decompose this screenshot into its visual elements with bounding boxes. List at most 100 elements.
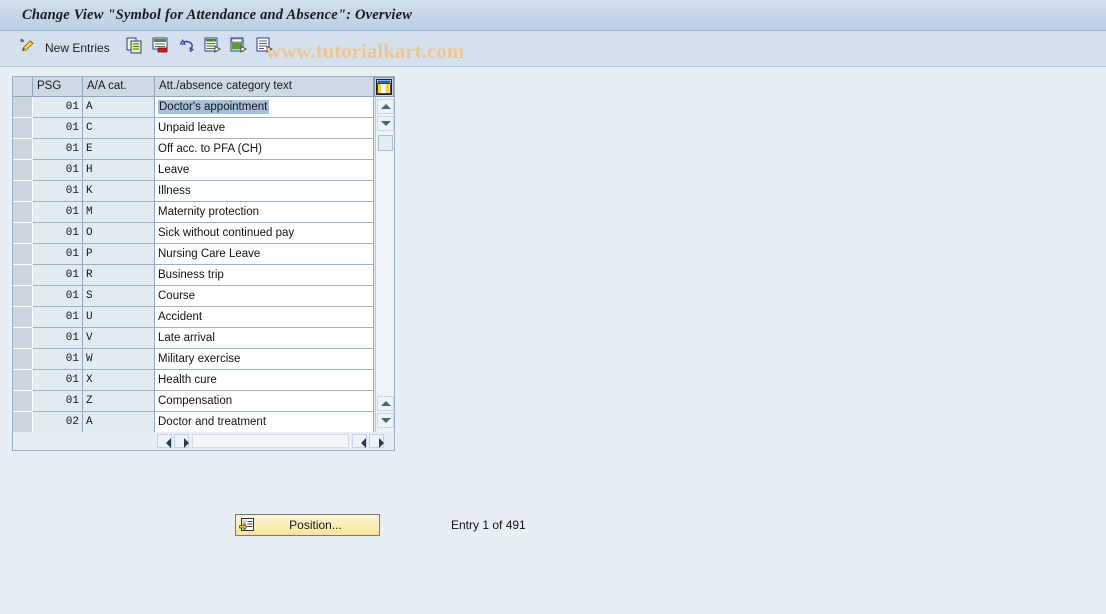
scroll-down-button[interactable] [377,116,394,131]
cell-psg[interactable]: 01 [33,118,83,139]
table-row[interactable]: 01 P Nursing Care Leave [13,244,374,265]
cell-psg[interactable]: 02 [33,412,83,433]
cell-psg[interactable]: 01 [33,391,83,412]
table-row[interactable]: 01 U Accident [13,307,374,328]
cell-att-text[interactable]: Business trip [155,265,374,286]
table-row[interactable]: 01 E Off acc. to PFA (CH) [13,139,374,160]
table-row[interactable]: 01 W Military exercise [13,349,374,370]
horizontal-scroll-track[interactable] [192,434,349,448]
cell-att-text[interactable]: Illness [155,181,374,202]
cell-aa-cat[interactable]: H [83,160,155,181]
row-selector[interactable] [13,307,33,328]
table-row[interactable]: 01 A Doctor's appointment [13,97,374,118]
cell-att-text[interactable]: Leave [155,160,374,181]
cell-att-text[interactable]: Health cure [155,370,374,391]
cell-aa-cat[interactable]: R [83,265,155,286]
table-row[interactable]: 01 R Business trip [13,265,374,286]
details-icon[interactable] [256,37,273,54]
cell-aa-cat[interactable]: Z [83,391,155,412]
row-selector[interactable] [13,391,33,412]
row-selector[interactable] [13,181,33,202]
cell-aa-cat[interactable]: S [83,286,155,307]
table-settings-icon[interactable] [374,77,394,97]
cell-psg[interactable]: 01 [33,181,83,202]
cell-aa-cat[interactable]: P [83,244,155,265]
cell-aa-cat[interactable]: O [83,223,155,244]
cell-att-text[interactable]: Unpaid leave [155,118,374,139]
table-row[interactable]: 01 Z Compensation [13,391,374,412]
cell-att-text[interactable]: Maternity protection [155,202,374,223]
table-row[interactable]: 01 S Course [13,286,374,307]
undo-icon[interactable] [178,37,195,54]
row-selector[interactable] [13,370,33,391]
row-selector[interactable] [13,286,33,307]
cell-aa-cat[interactable]: U [83,307,155,328]
scroll-right-button-2[interactable] [369,434,384,448]
table-row[interactable]: 01 X Health cure [13,370,374,391]
delete-icon[interactable] [152,37,169,54]
cell-att-text[interactable]: Nursing Care Leave [155,244,374,265]
cell-aa-cat[interactable]: X [83,370,155,391]
cell-att-text[interactable]: Course [155,286,374,307]
column-header-aa-cat[interactable]: A/A cat. [83,77,155,97]
row-selector[interactable] [13,328,33,349]
cell-psg[interactable]: 01 [33,370,83,391]
row-selector[interactable] [13,97,33,118]
cell-att-text[interactable]: Military exercise [155,349,374,370]
scroll-left-button[interactable] [157,434,172,448]
cell-psg[interactable]: 01 [33,223,83,244]
horizontal-scrollbar[interactable] [13,432,394,450]
column-header-att-text[interactable]: Att./absence category text [155,77,374,97]
table-row[interactable]: 01 K Illness [13,181,374,202]
scroll-left-button-2[interactable] [352,434,367,448]
scroll-right-button[interactable] [174,434,189,448]
cell-psg[interactable]: 01 [33,349,83,370]
cell-psg[interactable]: 01 [33,160,83,181]
cell-aa-cat[interactable]: K [83,181,155,202]
row-selector[interactable] [13,139,33,160]
row-selector[interactable] [13,244,33,265]
row-selector[interactable] [13,160,33,181]
cell-psg[interactable]: 01 [33,265,83,286]
cell-att-text[interactable]: Off acc. to PFA (CH) [155,139,374,160]
row-selector[interactable] [13,349,33,370]
row-selector[interactable] [13,223,33,244]
table-row[interactable]: 02 A Doctor and treatment [13,412,374,433]
position-button[interactable]: Position... [235,514,380,536]
cell-psg[interactable]: 01 [33,328,83,349]
table-row[interactable]: 01 O Sick without continued pay [13,223,374,244]
row-selector[interactable] [13,412,33,433]
cell-aa-cat[interactable]: C [83,118,155,139]
row-selector[interactable] [13,118,33,139]
cell-aa-cat[interactable]: M [83,202,155,223]
table-row[interactable]: 01 H Leave [13,160,374,181]
table-row[interactable]: 01 C Unpaid leave [13,118,374,139]
cell-psg[interactable]: 01 [33,139,83,160]
row-selector[interactable] [13,202,33,223]
cell-psg[interactable]: 01 [33,202,83,223]
row-selector[interactable] [13,265,33,286]
cell-att-text[interactable]: Sick without continued pay [155,223,374,244]
cell-att-text[interactable]: Accident [155,307,374,328]
page-down-button[interactable] [377,413,394,428]
cell-aa-cat[interactable]: V [83,328,155,349]
table-row[interactable]: 01 V Late arrival [13,328,374,349]
cell-psg[interactable]: 01 [33,244,83,265]
scroll-up-button[interactable] [377,99,394,114]
cell-att-text[interactable]: Compensation [155,391,374,412]
new-entries-button[interactable]: New Entries [45,41,110,55]
cell-psg[interactable]: 01 [33,97,83,118]
pencil-edit-icon[interactable] [17,37,36,59]
page-up-button[interactable] [377,396,394,411]
deselect-all-icon[interactable] [230,37,247,54]
scrollbar-thumb[interactable] [378,135,393,151]
cell-psg[interactable]: 01 [33,307,83,328]
cell-att-text[interactable]: Doctor and treatment [155,412,374,433]
vertical-scrollbar[interactable] [375,97,394,432]
cell-att-text[interactable]: Doctor's appointment [155,97,374,118]
copy-as-icon[interactable] [126,37,143,54]
cell-psg[interactable]: 01 [33,286,83,307]
cell-att-text[interactable]: Late arrival [155,328,374,349]
cell-aa-cat[interactable]: A [83,412,155,433]
table-row[interactable]: 01 M Maternity protection [13,202,374,223]
